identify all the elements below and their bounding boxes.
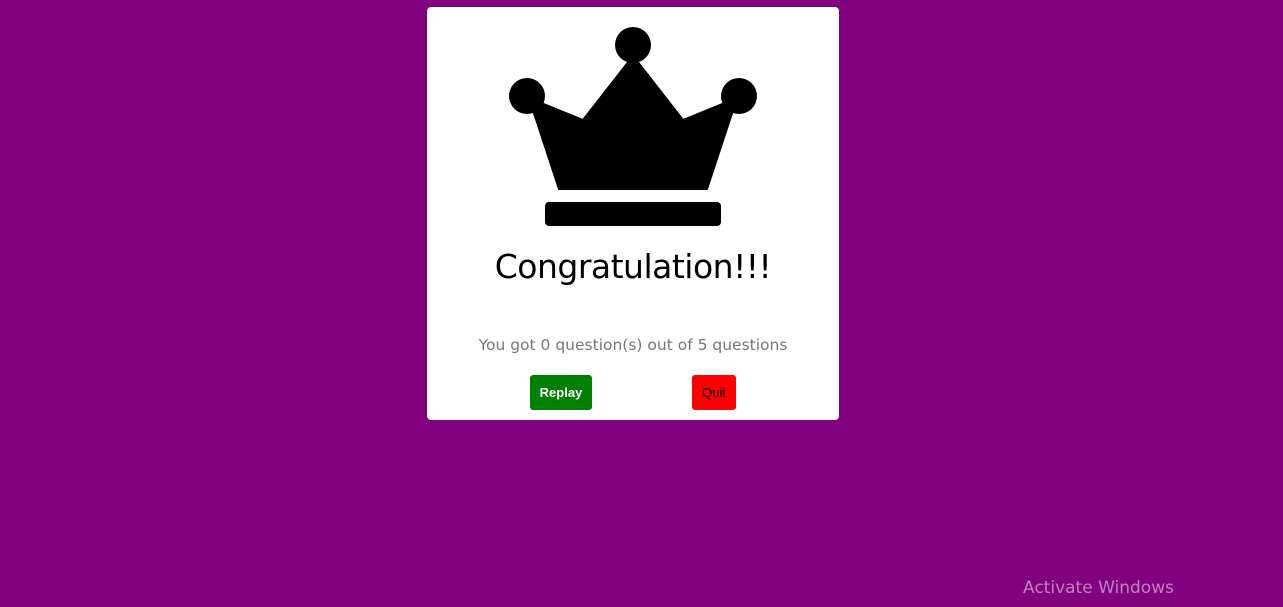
score-text: You got 0 question(s) out of 5 questions [478,336,788,354]
replay-button[interactable]: Replay [530,375,592,410]
activate-windows-watermark: Activate Windows [1023,578,1174,598]
crown-icon [509,27,757,226]
congratulation-title: Congratulation!!! [494,247,772,286]
quit-button[interactable]: Quit [692,375,736,410]
